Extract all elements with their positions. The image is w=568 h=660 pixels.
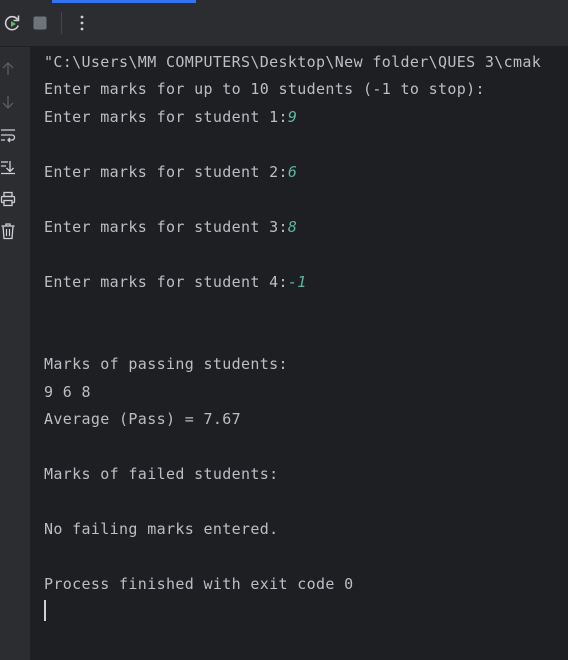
soft-wrap-icon[interactable] (0, 125, 16, 145)
clear-all-icon[interactable] (0, 221, 16, 241)
toolbar-separator (61, 12, 62, 34)
exit-message: Process finished with exit code 0 (44, 575, 354, 593)
user-input: 8 (287, 218, 298, 236)
rerun-icon[interactable] (0, 11, 24, 35)
stop-icon[interactable] (28, 11, 52, 35)
prompt-line: Enter marks for student 1:9 (44, 107, 297, 127)
prompt-line: Enter marks for student 4:-1 (44, 272, 307, 292)
run-toolbar (0, 0, 568, 47)
scroll-up-icon[interactable] (0, 59, 16, 79)
prompt-line: Enter marks for student 2:6 (44, 162, 297, 182)
no-failing-line: No failing marks entered. (44, 520, 279, 538)
scroll-down-icon[interactable] (0, 92, 16, 112)
prompt-text: Enter marks for student 4: (44, 273, 288, 291)
user-input: 6 (287, 163, 298, 181)
run-tool-window: "C:\Users\MM COMPUTERS\Desktop\New folde… (0, 0, 568, 660)
prompt-text: Enter marks for student 2: (44, 163, 288, 181)
user-input: 9 (287, 108, 298, 126)
user-input: -1 (287, 273, 307, 291)
more-options-icon[interactable] (70, 11, 94, 35)
scroll-to-end-icon[interactable] (0, 157, 16, 177)
failed-header: Marks of failed students: (44, 465, 279, 483)
console-gutter (0, 47, 30, 660)
text-cursor (44, 600, 46, 621)
prompt-text: Enter marks for student 1: (44, 108, 288, 126)
passing-header: Marks of passing students: (44, 355, 288, 373)
active-tab-indicator (52, 0, 196, 3)
average-line: Average (Pass) = 7.67 (44, 410, 241, 428)
intro-line: Enter marks for up to 10 students (-1 to… (44, 80, 485, 98)
print-icon[interactable] (0, 189, 16, 209)
passing-marks: 9 6 8 (44, 383, 91, 401)
prompt-line: Enter marks for student 3:8 (44, 217, 297, 237)
prompt-text: Enter marks for student 3: (44, 218, 288, 236)
console-output[interactable]: "C:\Users\MM COMPUTERS\Desktop\New folde… (31, 47, 568, 660)
command-line: "C:\Users\MM COMPUTERS\Desktop\New folde… (44, 53, 542, 71)
